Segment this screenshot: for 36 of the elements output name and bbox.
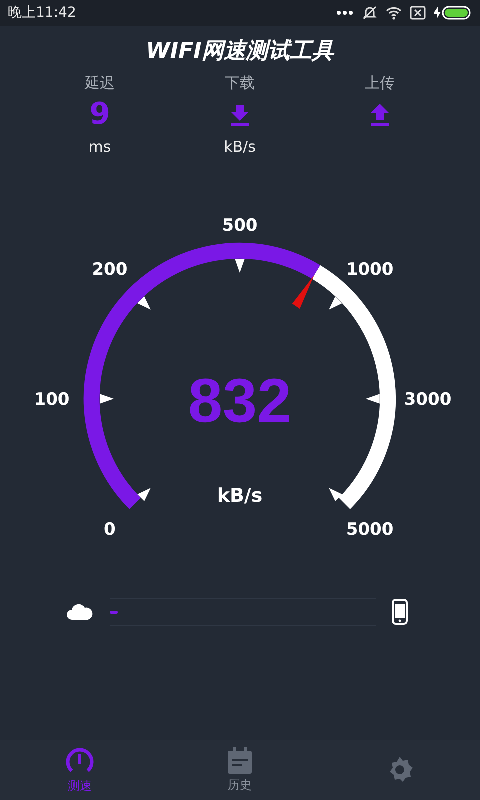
tick-label: 100 [34,390,70,410]
tick-mark [366,394,380,404]
tick-mark [329,296,342,310]
battery-icon [434,6,472,20]
speed-unit: kB/s [217,485,263,507]
upload-icon [370,104,390,126]
tick-label: 3000 [404,390,452,410]
metric-unit: kB/s [224,138,256,156]
tick-label: 500 [222,216,258,236]
tick-mark [138,296,151,310]
tick-mark [138,488,151,502]
no-sim-icon [410,6,426,20]
tick-mark [329,488,342,502]
phone-icon [392,599,408,625]
app-title: WIFI网速测试工具 [145,38,336,66]
metric-unit: ms [88,138,112,156]
tick-mark [100,394,114,404]
metric-label: 下载 [225,74,255,94]
status-time: 晚上11:42 [8,4,76,22]
tick-label: 200 [92,260,128,280]
speed-value: 832 [188,367,292,436]
mute-icon [362,5,378,21]
metric-label: 延迟 [85,74,115,94]
tick-mark [235,259,245,273]
nav-tab[interactable]: 历史 [160,740,320,800]
calendar-icon [227,746,253,774]
metric-label: 上传 [365,74,395,94]
tick-label: 5000 [346,520,394,540]
tick-label: 1000 [346,260,394,280]
download-icon [230,104,250,126]
cloud-icon [66,603,94,621]
more-icon [336,10,354,16]
gauge-needle [292,276,314,310]
metric-value: 9 [90,96,110,134]
tick-label: 0 [104,520,116,540]
wifi-icon [386,6,402,20]
